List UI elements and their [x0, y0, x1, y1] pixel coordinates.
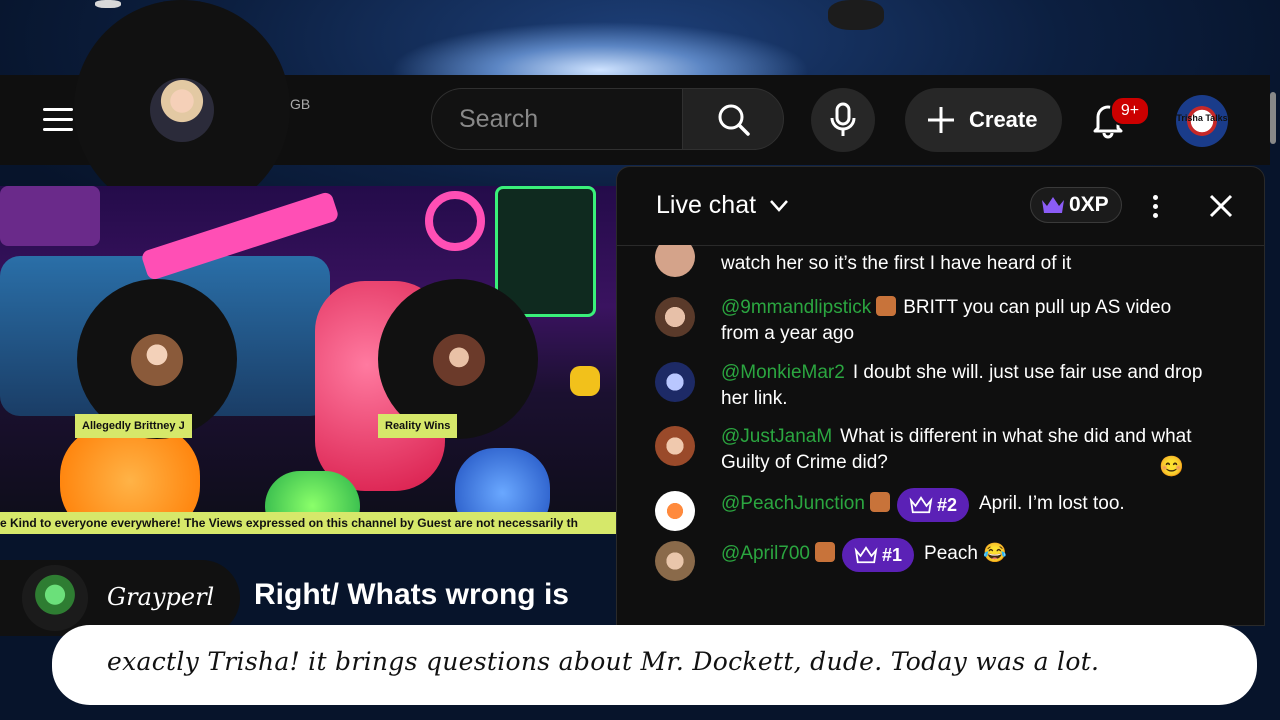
- rank-value: #2: [936, 495, 957, 515]
- notification-count-badge: 9+: [1110, 96, 1150, 126]
- search-button[interactable]: [682, 88, 784, 150]
- create-label: Create: [969, 107, 1038, 132]
- chat-message-list[interactable]: watch her so it’s the first I have heard…: [617, 245, 1257, 595]
- rank-badge: #1: [842, 538, 915, 572]
- account-avatar-text: Trisha Talks: [1176, 113, 1228, 123]
- news-ticker: e Kind to everyone everywhere! The Views…: [0, 512, 616, 534]
- member-badge-icon: [815, 542, 835, 562]
- chat-message-body: @PeachJunction #2 April. I’m lost too.: [721, 488, 1211, 522]
- guest-avatar: [131, 334, 183, 386]
- guest-name-label: Reality Wins: [378, 414, 458, 438]
- chat-message-text: Peach 😂: [924, 543, 1007, 564]
- caption-text: exactly Trisha! it brings questions abou…: [107, 647, 1100, 676]
- search-input[interactable]: Search: [431, 88, 683, 150]
- gummy-bear-yellow: [570, 366, 600, 396]
- chat-message-text: April. I’m lost too.: [978, 493, 1125, 514]
- member-badge-icon: [876, 296, 897, 316]
- page-scrollbar-thumb[interactable]: [1270, 92, 1276, 144]
- chat-message-text: watch her so it’s the first I have heard…: [721, 253, 1072, 274]
- crown-icon: [909, 496, 933, 514]
- chat-message-body: @MonkieMar2 I doubt she will. just use fa…: [721, 360, 1211, 412]
- voice-search-button[interactable]: [811, 88, 875, 152]
- chat-avatar: [655, 426, 695, 466]
- chat-avatar: [655, 362, 695, 402]
- chat-avatar: [655, 245, 695, 277]
- plus-icon: [928, 107, 954, 133]
- asteroid: [828, 0, 884, 30]
- search-icon: [718, 104, 750, 136]
- video-title-text: Right/ Whats wrong is: [254, 578, 569, 611]
- member-badge-icon: [869, 492, 890, 512]
- chat-message-body: @April700 #1 Peach 😂: [721, 538, 1211, 572]
- crown-icon: [854, 546, 878, 564]
- guest-overlay-avatar: [22, 565, 88, 631]
- guest-avatar: [433, 334, 485, 386]
- chat-author[interactable]: @MonkieMar2: [721, 362, 845, 383]
- microphone-icon: [830, 102, 856, 136]
- chat-author[interactable]: @April700: [721, 543, 810, 564]
- chat-message-body: @9mmandlipstick BRITT you can pull up AS …: [721, 295, 1211, 347]
- rank-value: #1: [882, 545, 903, 565]
- page-scrollbar[interactable]: [1268, 80, 1278, 640]
- live-chat-header: Live chat 0XP: [617, 167, 1264, 246]
- live-chat-panel: Live chat 0XP watch her so it’s the firs…: [616, 166, 1265, 626]
- chat-author[interactable]: @JustJanaM: [721, 426, 832, 447]
- caption-bar: exactly Trisha! it brings questions abou…: [52, 625, 1257, 705]
- xp-badge[interactable]: 0XP: [1030, 187, 1122, 223]
- xp-value: 0XP: [1069, 193, 1109, 216]
- asteroid: [95, 0, 121, 8]
- chevron-down-icon[interactable]: [769, 199, 789, 213]
- chat-avatar: [655, 491, 695, 531]
- chat-author[interactable]: @9mmandlipstick: [721, 297, 871, 318]
- crown-icon: [1042, 197, 1064, 213]
- guest-overlay-name: Grayperl: [107, 583, 215, 611]
- menu-icon[interactable]: [43, 108, 73, 132]
- chat-author[interactable]: @PeachJunction: [721, 493, 865, 514]
- close-icon[interactable]: [1207, 192, 1235, 220]
- more-options-icon[interactable]: [1147, 192, 1163, 220]
- storage-indicator: GB: [290, 96, 311, 112]
- chat-message-body: @JustJanaM What is different in what she …: [721, 424, 1211, 476]
- rank-badge: #2: [896, 488, 969, 522]
- guest-name-label: Allegedly Brittney J: [75, 414, 192, 438]
- neon-sign: [0, 186, 100, 246]
- account-avatar[interactable]: Trisha Talks: [1176, 95, 1228, 147]
- create-button[interactable]: Create: [905, 88, 1062, 152]
- neon-donut: [425, 191, 485, 251]
- chat-avatar: [655, 541, 695, 581]
- chat-emoji-reaction: 😊: [1159, 456, 1184, 478]
- host-avatar: [150, 78, 214, 142]
- chat-avatar: [655, 297, 695, 337]
- live-chat-title[interactable]: Live chat: [656, 191, 756, 220]
